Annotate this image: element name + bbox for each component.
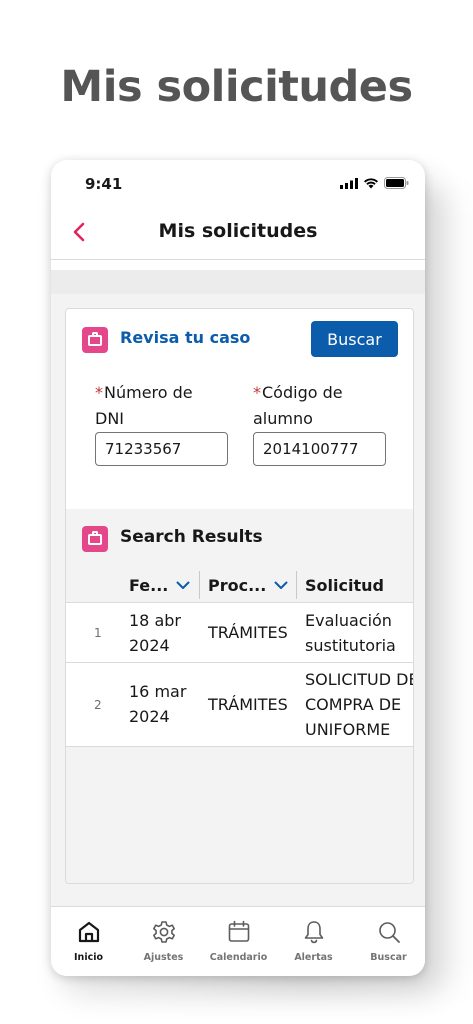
calendar-icon	[228, 920, 249, 942]
search-icon	[378, 922, 400, 943]
codigo-field[interactable]: 2014100777	[253, 432, 386, 466]
header-band	[51, 270, 425, 294]
page-title: Mis solicitudes	[158, 220, 318, 242]
tab-alertas[interactable]: Alertas	[276, 907, 351, 976]
signal-icon	[340, 177, 358, 189]
cell-line: COMPRA DE	[305, 695, 402, 714]
tab-label: Inicio	[74, 952, 103, 963]
required-mark: *	[95, 383, 103, 402]
codigo-label-line2: alumno	[253, 409, 313, 428]
table-row[interactable]: 1 18 abr 2024 TRÁMITES Evaluación sustit…	[66, 603, 413, 663]
cell-line: UNIFORME	[305, 720, 391, 739]
tab-label: Alertas	[294, 952, 333, 963]
tab-ajustes[interactable]: Ajustes	[126, 907, 201, 976]
column-header-label: Solicitud	[305, 575, 384, 595]
tab-calendario[interactable]: Calendario	[201, 907, 276, 976]
cell-line: Evaluación	[305, 611, 392, 630]
bell-icon	[304, 921, 323, 944]
cell-proceso: TRÁMITES	[208, 695, 288, 714]
status-time: 9:41	[85, 175, 123, 193]
tab-inicio[interactable]: Inicio	[51, 907, 126, 976]
phone-frame: 9:41 Mis solicitudes Revisa tu caso Busc…	[51, 160, 425, 976]
column-header-solicitud[interactable]: Solicitud	[305, 567, 413, 603]
column-header-proceso[interactable]: Proc...	[208, 567, 288, 603]
dni-label-line1: Número de	[104, 383, 193, 402]
cell-solicitud: SOLICITUD DE COMPRA DE UNIFORME	[305, 667, 414, 742]
codigo-label: *Código de alumno	[253, 380, 343, 432]
chevron-down-icon	[274, 581, 288, 589]
cell-line: 16 mar	[129, 682, 187, 701]
nav-bar: Mis solicitudes	[51, 206, 425, 260]
dni-field[interactable]: 71233567	[95, 432, 228, 466]
dni-label-line2: DNI	[95, 409, 125, 428]
cell-solicitud: Evaluación sustitutoria	[305, 608, 396, 658]
home-icon	[78, 921, 99, 943]
required-mark: *	[253, 383, 261, 402]
gear-icon	[152, 921, 175, 943]
tab-bar: Inicio Ajustes Calendario Alertas Buscar	[51, 906, 425, 976]
table-row[interactable]: 2 16 mar 2024 TRÁMITES SOLICITUD DE COMP…	[66, 663, 414, 747]
tab-label: Buscar	[370, 952, 407, 963]
results-section: Search Results Fe... Proc... Solicitud 1…	[66, 509, 414, 883]
cell-line: 2024	[129, 636, 170, 655]
column-header-label: Proc...	[208, 575, 267, 595]
cell-line: 18 abr	[129, 611, 181, 630]
cell-line: 2024	[129, 707, 170, 726]
column-header-fecha[interactable]: Fe...	[129, 567, 190, 603]
tab-buscar[interactable]: Buscar	[351, 907, 425, 976]
results-table: 1 18 abr 2024 TRÁMITES Evaluación sustit…	[66, 603, 414, 747]
cell-line: SOLICITUD DE	[305, 670, 414, 689]
content-area: Revisa tu caso Buscar *Número de DNI 712…	[51, 270, 425, 906]
cell-fecha: 18 abr 2024	[129, 608, 181, 658]
status-icons	[340, 177, 409, 189]
results-icon	[82, 526, 108, 552]
results-title: Search Results	[120, 527, 263, 547]
case-icon	[82, 327, 108, 353]
table-header: Fe... Proc... Solicitud	[66, 567, 413, 603]
tab-label: Ajustes	[143, 952, 184, 963]
search-card: Revisa tu caso Buscar *Número de DNI 712…	[65, 308, 414, 884]
hero-title: Mis solicitudes	[60, 62, 413, 112]
cell-proceso: TRÁMITES	[208, 623, 288, 642]
battery-icon	[384, 177, 409, 189]
chevron-down-icon	[176, 581, 190, 589]
codigo-label-line1: Código de	[262, 383, 343, 402]
search-button[interactable]: Buscar	[311, 321, 398, 357]
cell-line: sustitutoria	[305, 636, 396, 655]
row-number: 1	[94, 626, 102, 640]
status-bar: 9:41	[51, 160, 425, 206]
column-header-label: Fe...	[129, 575, 169, 595]
column-divider	[296, 571, 297, 599]
search-card-title: Revisa tu caso	[120, 328, 251, 347]
tab-label: Calendario	[209, 952, 268, 963]
row-number: 2	[94, 698, 102, 712]
cell-fecha: 16 mar 2024	[129, 679, 186, 729]
dni-label: *Número de DNI	[95, 380, 193, 432]
wifi-icon	[364, 178, 378, 189]
column-divider	[199, 571, 200, 599]
